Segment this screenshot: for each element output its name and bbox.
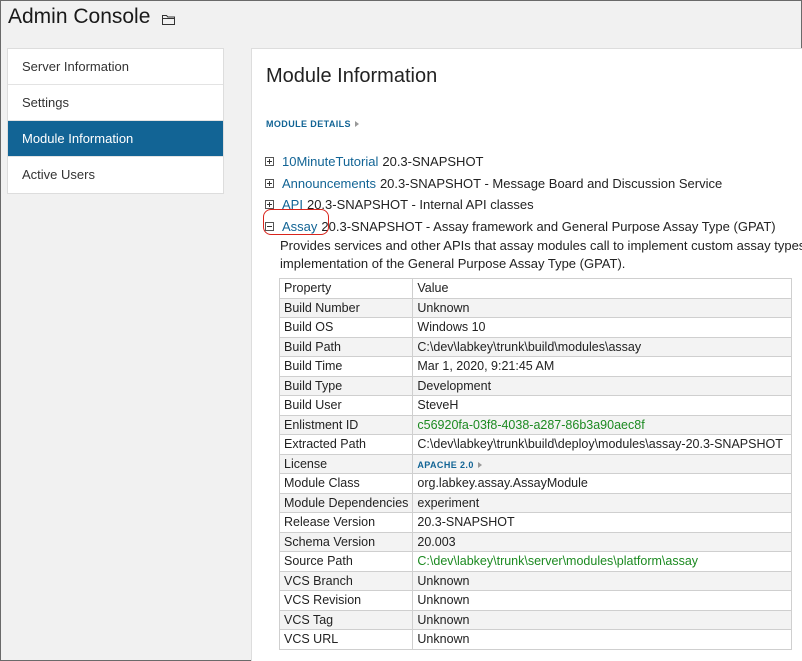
property-value: Mar 1, 2020, 9:21:45 AM bbox=[412, 356, 793, 377]
table-row: Build Time Mar 1, 2020, 9:21:45 AM bbox=[278, 356, 793, 377]
assay-description: Provides services and other APIs that as… bbox=[280, 238, 802, 271]
table-row: Build Path C:\dev\labkey\trunk\build\modu… bbox=[278, 336, 793, 357]
property-name: VCS Tag bbox=[278, 609, 414, 630]
table-row: Enlistment ID c56920fa-03f8-4038-a287-86b… bbox=[278, 414, 793, 435]
table-header-row: Property Value bbox=[278, 278, 793, 299]
property-name: VCS URL bbox=[278, 629, 414, 650]
table-row: License APACHE 2.0 bbox=[278, 453, 793, 474]
folder-icon[interactable] bbox=[162, 14, 176, 25]
sidebar-item-settings[interactable]: Settings bbox=[8, 85, 223, 121]
page-header: Admin Console bbox=[8, 5, 176, 29]
module-row: 10MinuteTutorial 20.3-SNAPSHOT bbox=[265, 151, 802, 173]
module-details-link[interactable]: MODULE DETAILS bbox=[266, 119, 359, 129]
property-value: Unknown bbox=[412, 570, 793, 591]
property-name: Release Version bbox=[278, 512, 414, 533]
table-row: Build Number Unknown bbox=[278, 297, 793, 318]
table-row: VCS Branch Unknown bbox=[278, 570, 793, 591]
property-value: Unknown bbox=[412, 609, 793, 630]
module-link-10minutetutorial[interactable]: 10MinuteTutorial bbox=[282, 154, 378, 169]
panel-title: Module Information bbox=[266, 65, 438, 87]
property-value: Development bbox=[412, 375, 793, 396]
table-row: Extracted Path C:\dev\labkey\trunk\build\… bbox=[278, 434, 793, 455]
page-title: Admin Console bbox=[8, 5, 151, 28]
property-value: org.labkey.assay.AssayModule bbox=[412, 473, 793, 494]
table-row: Release Version 20.3-SNAPSHOT bbox=[278, 512, 793, 533]
module-row: Announcements 20.3-SNAPSHOT - Message Bo… bbox=[265, 173, 802, 195]
caret-right-icon bbox=[477, 461, 482, 468]
property-value[interactable]: c56920fa-03f8-4038-a287-86b3a90aec8f bbox=[412, 414, 793, 435]
property-name: VCS Revision bbox=[278, 590, 414, 611]
property-value: C:\dev\labkey\trunk\build\modules\assay bbox=[412, 336, 793, 357]
property-name: Extracted Path bbox=[278, 434, 414, 455]
module-row: API 20.3-SNAPSHOT - Internal API classes bbox=[265, 194, 802, 216]
property-name: Enlistment ID bbox=[278, 414, 414, 435]
table-row: VCS Tag Unknown bbox=[278, 609, 793, 630]
property-value: C:\dev\labkey\trunk\build\deploy\modules… bbox=[412, 434, 793, 455]
property-value: Unknown bbox=[412, 590, 793, 611]
property-name: Build Time bbox=[278, 356, 414, 377]
property-name: Module Class bbox=[278, 473, 414, 494]
table-row: Module Dependencies experiment bbox=[278, 492, 793, 513]
expand-plus-icon[interactable] bbox=[265, 200, 274, 210]
module-desc: 20.3-SNAPSHOT - Assay framework and Gene… bbox=[321, 218, 776, 234]
property-name: Build User bbox=[278, 395, 414, 416]
property-value: 20.3-SNAPSHOT bbox=[412, 512, 793, 533]
module-list: 10MinuteTutorial 20.3-SNAPSHOT Announcem… bbox=[263, 151, 802, 273]
property-value: APACHE 2.0 bbox=[412, 453, 793, 474]
admin-sidebar: Server Information Settings Module Infor… bbox=[7, 48, 224, 194]
table-row: Build OS Windows 10 bbox=[278, 317, 793, 338]
column-header: Property bbox=[278, 278, 414, 299]
property-name: Build Path bbox=[278, 336, 414, 357]
main-panel: Module Information MODULE DETAILS 10Minu… bbox=[251, 48, 802, 661]
property-name: License bbox=[278, 453, 414, 474]
license-label: APACHE 2.0 bbox=[417, 459, 474, 470]
module-link-announcements[interactable]: Announcements bbox=[282, 176, 376, 191]
assay-link-wrap: Assay bbox=[263, 208, 329, 235]
caret-right-icon bbox=[354, 121, 359, 127]
module-desc: 20.3-SNAPSHOT - Internal API classes bbox=[306, 197, 534, 213]
table-row: Build User SteveH bbox=[278, 395, 793, 416]
property-name: VCS Branch bbox=[278, 570, 414, 591]
property-value: SteveH bbox=[412, 395, 793, 416]
highlight-ring bbox=[263, 208, 329, 235]
property-name: Module Dependencies bbox=[278, 492, 414, 513]
table-row: VCS Revision Unknown bbox=[278, 590, 793, 611]
property-name: Build Type bbox=[278, 375, 414, 396]
property-name: Build Number bbox=[278, 297, 414, 318]
module-desc: 20.3-SNAPSHOT bbox=[382, 154, 484, 170]
table-row: Build Type Development bbox=[278, 375, 793, 396]
property-value: Unknown bbox=[412, 297, 793, 318]
property-value: Windows 10 bbox=[412, 317, 793, 338]
property-name: Build OS bbox=[278, 317, 414, 338]
license-link[interactable]: APACHE 2.0 bbox=[417, 459, 482, 470]
sidebar-item-module-information[interactable]: Module Information bbox=[8, 121, 223, 157]
module-details-label: MODULE DETAILS bbox=[266, 119, 351, 129]
expand-plus-icon[interactable] bbox=[265, 178, 274, 188]
table-row: Source Path C:\dev\labkey\trunk\server\mo… bbox=[278, 551, 793, 572]
column-header: Value bbox=[412, 278, 793, 299]
module-row-expanded: Assay 20.3-SNAPSHOT - Assay framework an… bbox=[263, 208, 802, 238]
table-row: Module Class org.labkey.assay.AssayModule bbox=[278, 473, 793, 494]
table-row: Schema Version 20.003 bbox=[278, 531, 793, 552]
table-row: VCS URL Unknown bbox=[278, 629, 793, 650]
sidebar-item-server-information[interactable]: Server Information bbox=[8, 49, 223, 85]
property-value[interactable]: C:\dev\labkey\trunk\server\modules\platf… bbox=[412, 551, 793, 572]
properties-table: Property Value Build Number Unknown Build … bbox=[278, 278, 793, 650]
property-name: Schema Version bbox=[278, 531, 414, 552]
expand-plus-icon[interactable] bbox=[265, 157, 274, 167]
property-name: Source Path bbox=[278, 551, 414, 572]
property-value: 20.003 bbox=[412, 531, 793, 552]
module-desc: 20.3-SNAPSHOT - Message Board and Discus… bbox=[379, 175, 723, 191]
property-value: Unknown bbox=[412, 629, 793, 650]
property-value: experiment bbox=[412, 492, 793, 513]
sidebar-item-active-users[interactable]: Active Users bbox=[8, 157, 223, 193]
